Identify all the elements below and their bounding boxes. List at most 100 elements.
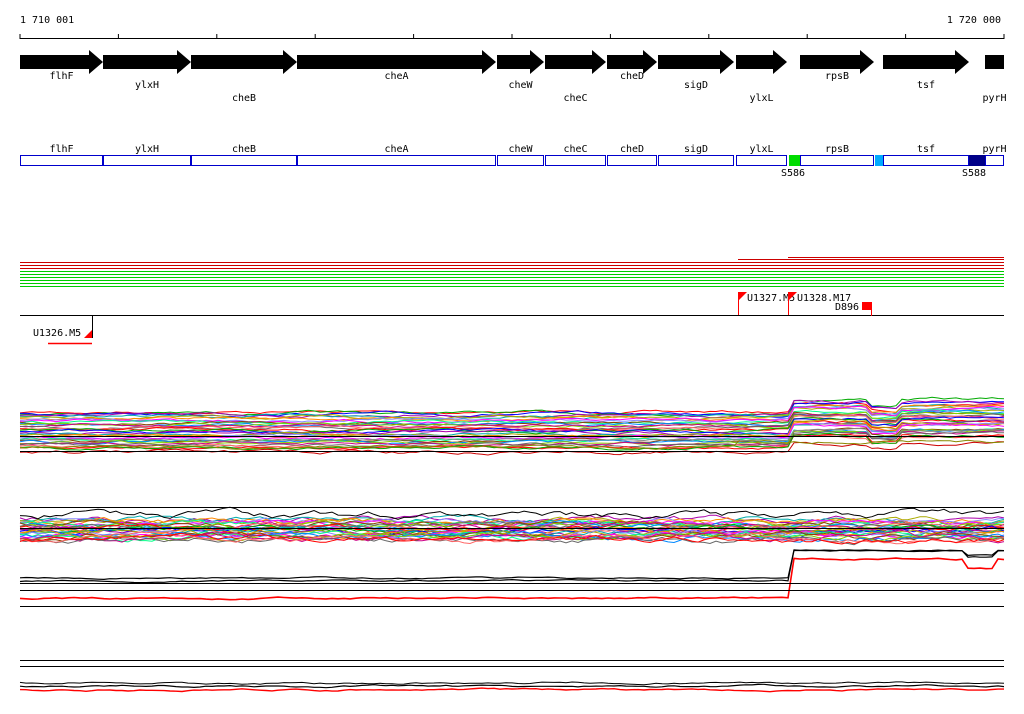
gene-arrow [103,50,191,74]
segment-label: cheC [563,144,587,155]
feature-d896-label: D896 [835,302,859,313]
profile-line [19,681,1005,686]
segment-cheB: cheB [191,144,297,166]
segment-box [985,155,1004,166]
feature-flag-icon [84,330,92,338]
gene-pyrH: pyrH [982,55,1007,104]
gene-label: cheA [384,71,408,82]
profile-line [19,506,1005,520]
gene-label: ylxH [135,80,159,91]
feature-u1326: U1326.M5 [33,316,93,345]
segment-rpsB: rpsB [800,144,874,166]
panel3-lines [19,549,1005,601]
gene-label: cheW [508,80,533,91]
segment-box [103,155,191,166]
feature-track: U1327.M5 U1328.M17 D896 U1326.M5 [20,292,1004,345]
segment-tsf: tsf [883,144,969,166]
feature-u1327: U1327.M5 [738,292,795,315]
gene-rpsB: rpsB [800,50,874,82]
gene-cheC: cheC [545,50,606,104]
gene-track: flhF ylxH cheB cheA cheW cheC cheD sigD ylxL rpsB… [20,50,1007,104]
gene-cheB: cheB [191,50,297,104]
segment-track: flhF ylxH cheB cheA cheW cheC cheD sigD ylxL rpsB… [20,144,1007,166]
segment-cheD: cheD [607,144,657,166]
segment-label: flhF [49,144,73,155]
gene-label: cheD [620,71,644,82]
segment-label: rpsB [825,144,849,155]
segment-box [297,155,496,166]
segment-cheW: cheW [497,144,544,166]
profile-line [19,687,1004,693]
gene-ylxL: ylxL [736,50,787,104]
gene-cheD: cheD [607,50,657,82]
ruler-end-label: 1 720 000 [947,15,1001,26]
marker-s586 [789,155,800,166]
segment-ylxH: ylxH [103,144,191,166]
gene-arrow [658,50,734,74]
gene-label: cheC [563,93,587,104]
gene-cheA: cheA [297,50,496,82]
segment-box [800,155,874,166]
gene-flhF: flhF [20,50,103,82]
profile-line [19,549,1005,581]
gene-label: sigD [684,80,708,91]
gene-label: flhF [49,71,73,82]
segment-label: cheW [508,144,533,155]
segment-box [883,155,969,166]
segment-label: ylxL [749,144,773,155]
segment-box [545,155,606,166]
panel2-lines [19,506,1005,546]
gene-arrow [736,50,787,74]
gene-label: tsf [917,80,935,91]
expression-panel-2 [19,506,1005,546]
segment-label: tsf [917,144,935,155]
profile-line [19,683,1005,689]
feature-d896: D896 [835,302,872,316]
feature-u1326-label: U1326.M5 [33,328,81,339]
expression-panel-3 [19,549,1005,607]
gene-label: ylxL [749,93,773,104]
gene-sigD: sigD [658,50,734,91]
gene-arrow [883,50,969,74]
segment-label: ylxH [135,144,159,155]
segment-label: cheA [384,144,408,155]
segment-box [658,155,734,166]
segment-label: cheD [620,144,644,155]
ruler-start-label: 1 710 001 [20,15,74,26]
gene-arrow [191,50,297,74]
marker-blue [875,155,883,166]
segment-box [607,155,657,166]
profile-line [19,557,1005,601]
segment-box [20,155,103,166]
gene-arrow [985,55,1004,69]
expression-panel-4 [19,660,1005,693]
coordinate-ruler: 1 710 001 1 720 000 [19,15,1005,39]
marker-s588 [969,155,985,166]
gene-cheW: cheW [497,50,544,91]
gene-arrow [545,50,606,74]
expression-panel-1 [19,396,1005,456]
segment-label: pyrH [982,144,1006,155]
gene-label: pyrH [982,93,1006,104]
segment-ylxL: ylxL [736,144,787,166]
panel4-lines [19,681,1005,693]
feature-flag-icon [739,292,747,300]
segment-label: sigD [684,144,708,155]
panel1-lines [19,396,1005,456]
marker-s588-label: S588 [962,168,986,179]
upper-expression-lines [20,257,1004,287]
segment-cheA: cheA [297,144,496,166]
gene-label: rpsB [825,71,849,82]
segment-box [497,155,544,166]
gene-arrow [497,50,544,74]
segment-box [736,155,787,166]
segment-cheC: cheC [545,144,606,166]
gene-label: cheB [232,93,256,104]
gene-tsf: tsf [883,50,969,91]
segment-box [191,155,297,166]
genome-browser-view: 1 710 001 1 720 000 flhF ylxH cheB cheA cheW… [19,15,1007,693]
segment-label: cheB [232,144,256,155]
marker-s586-label: S586 [781,168,805,179]
segment-sigD: sigD [658,144,734,166]
gene-ylxH: ylxH [103,50,191,91]
